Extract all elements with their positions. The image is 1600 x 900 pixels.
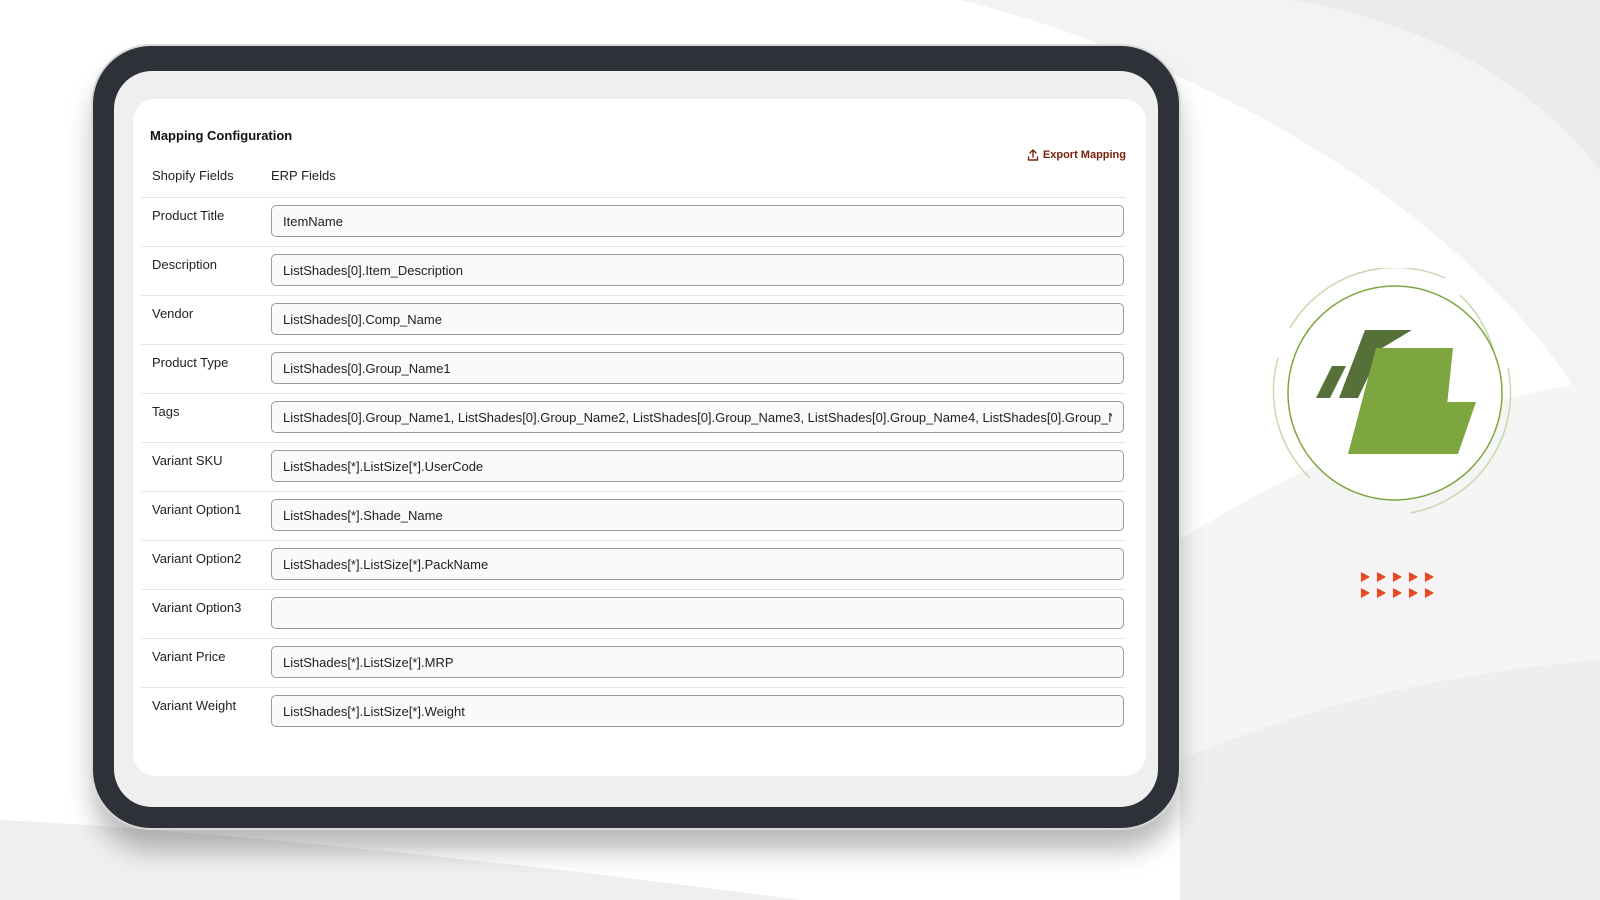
erp-field-input-variant-option3[interactable] <box>271 597 1124 629</box>
mapping-row-vendor: Vendor <box>141 296 1126 345</box>
upload-icon <box>1027 149 1039 161</box>
field-label: Variant Option1 <box>152 502 242 517</box>
mapping-row-variant-option3: Variant Option3 <box>141 590 1126 639</box>
export-mapping-label: Export Mapping <box>1042 149 1126 161</box>
arrow-pattern-icon <box>1361 572 1434 598</box>
column-header-shopify: Shopify Fields <box>152 168 234 183</box>
erp-field-input-vendor[interactable] <box>271 303 1124 335</box>
erp-field-input-variant-option1[interactable] <box>271 499 1124 531</box>
erp-field-input-tags[interactable] <box>271 401 1124 433</box>
brand-logo <box>1272 268 1512 514</box>
field-label: Variant Weight <box>152 698 237 713</box>
mapping-configuration-panel: Mapping Configuration Export Mapping Sho… <box>133 99 1146 776</box>
tablet-frame: Mapping Configuration Export Mapping Sho… <box>93 46 1179 828</box>
erp-field-input-variant-weight[interactable] <box>271 695 1124 727</box>
tablet-screen: Mapping Configuration Export Mapping Sho… <box>114 71 1158 807</box>
mapping-row-product-type: Product Type <box>141 345 1126 394</box>
field-label: Variant Price <box>152 649 226 664</box>
erp-field-input-variant-sku[interactable] <box>271 450 1124 482</box>
field-label: Product Type <box>152 355 229 370</box>
mapping-row-variant-weight: Variant Weight <box>141 688 1126 736</box>
erp-field-input-product-title[interactable] <box>271 205 1124 237</box>
mapping-row-description: Description <box>141 247 1126 296</box>
erp-field-input-variant-price[interactable] <box>271 646 1124 678</box>
field-label: Variant Option2 <box>152 551 242 566</box>
mapping-row-product-title: Product Title <box>141 198 1126 247</box>
mapping-row-variant-option2: Variant Option2 <box>141 541 1126 590</box>
table-header: Shopify Fields ERP Fields <box>141 163 1126 198</box>
erp-field-input-description[interactable] <box>271 254 1124 286</box>
field-label: Vendor <box>152 306 194 321</box>
mapping-row-variant-sku: Variant SKU <box>141 443 1126 492</box>
field-label: Description <box>152 257 218 272</box>
mapping-row-variant-price: Variant Price <box>141 639 1126 688</box>
panel-title: Mapping Configuration <box>150 128 293 143</box>
field-label: Variant Option3 <box>152 600 242 615</box>
mapping-row-tags: Tags <box>141 394 1126 443</box>
field-label: Product Title <box>152 208 225 223</box>
export-mapping-button[interactable]: Export Mapping <box>1027 149 1126 161</box>
erp-field-input-product-type[interactable] <box>271 352 1124 384</box>
column-header-erp: ERP Fields <box>271 168 336 183</box>
field-label: Variant SKU <box>152 453 223 468</box>
field-label: Tags <box>152 404 180 419</box>
mapping-row-variant-option1: Variant Option1 <box>141 492 1126 541</box>
erp-field-input-variant-option2[interactable] <box>271 548 1124 580</box>
mapping-rows: Product Title Description Vendor Product… <box>141 198 1126 736</box>
